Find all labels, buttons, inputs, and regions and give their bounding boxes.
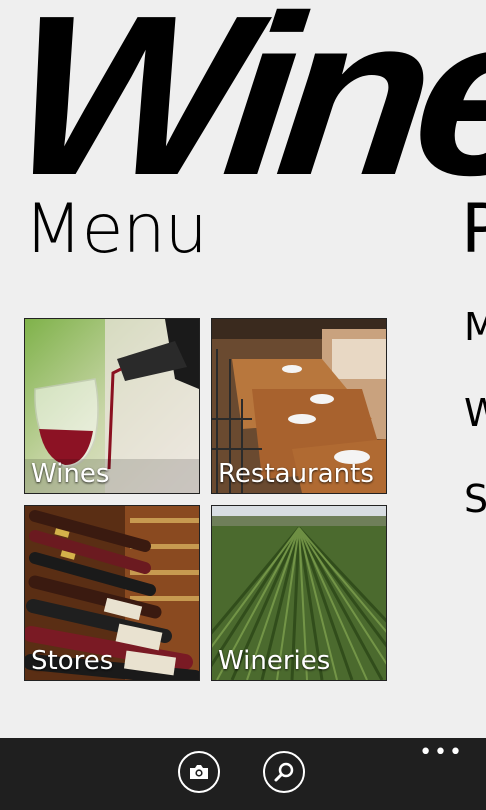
tile-label: Restaurants [218,459,374,490]
tile-stores[interactable]: Stores [25,506,199,680]
menu-title: Menu [24,190,208,269]
search-icon [274,762,294,782]
tile-restaurants[interactable]: Restaurants [212,319,386,493]
app-bar: ••• [0,738,486,810]
next-panel-item[interactable]: W [464,394,486,432]
app-title: Wine [0,0,486,223]
tile-wines[interactable]: Wines [25,319,199,493]
more-options-button[interactable]: ••• [419,742,464,764]
next-panel-item[interactable]: M [464,308,486,346]
search-button[interactable] [263,751,305,793]
tile-label: Wineries [218,646,331,677]
next-panel-title[interactable]: P [461,196,486,264]
next-panel-item[interactable]: S [464,480,486,518]
camera-button[interactable] [178,751,220,793]
tile-label: Stores [31,646,114,677]
tile-wineries[interactable]: Wineries [212,506,386,680]
tile-label: Wines [31,459,110,490]
camera-icon [190,765,208,779]
